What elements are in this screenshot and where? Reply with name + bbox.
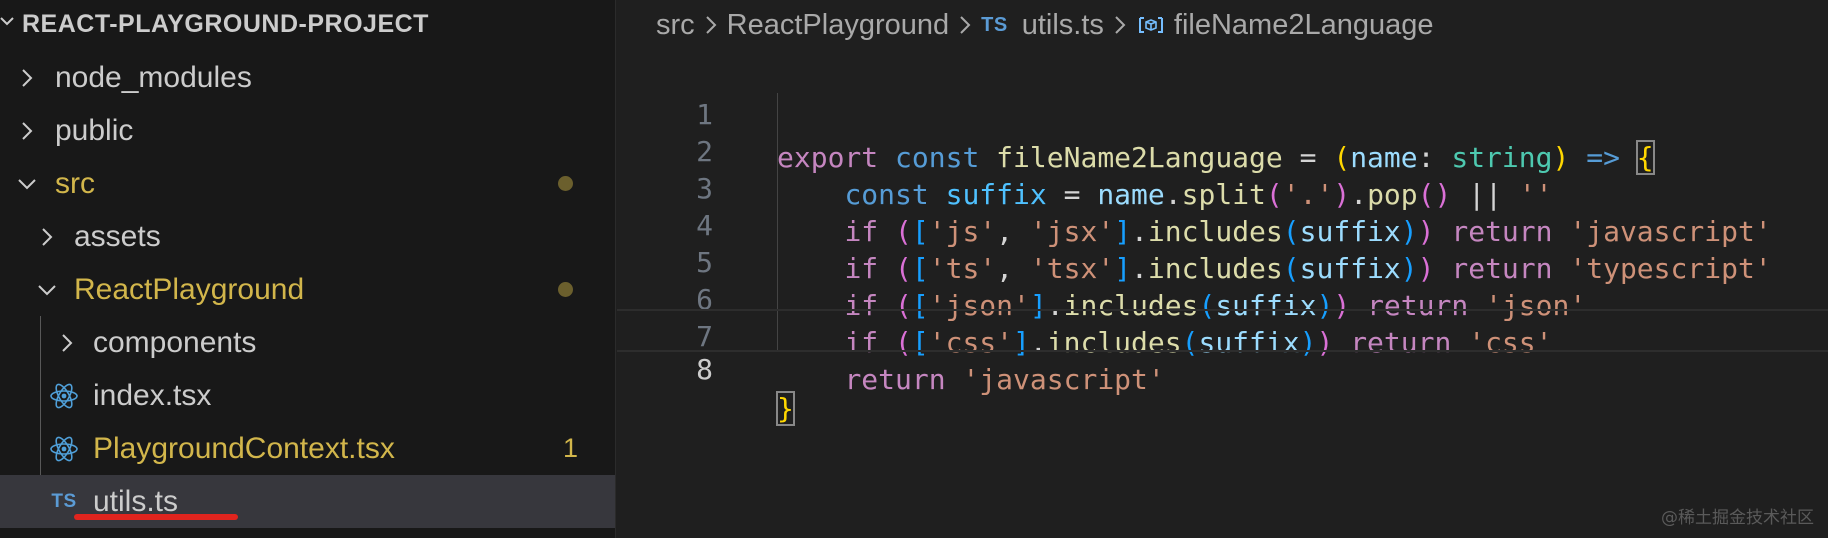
- breadcrumb-item-symbol[interactable]: fileName2Language: [1174, 9, 1434, 42]
- tree-item-label: utils.ts: [93, 485, 179, 518]
- explorer-sidebar: REACT-PLAYGROUND-PROJECT node_modules pu…: [0, 0, 616, 538]
- tree-item-node-modules[interactable]: node_modules: [0, 51, 615, 104]
- tree-item-assets[interactable]: assets: [0, 210, 615, 263]
- tree-item-utils-ts[interactable]: TS utils.ts: [0, 475, 615, 528]
- chevron-down-icon: [32, 263, 62, 316]
- code-line-current[interactable]: 8 }: [617, 309, 1828, 426]
- problems-count-badge: 1: [563, 433, 579, 463]
- code-text: }: [776, 391, 795, 426]
- chevron-right-icon: [695, 15, 727, 35]
- tree-item-label: assets: [74, 220, 161, 253]
- breadcrumb-item-src[interactable]: src: [656, 9, 695, 42]
- tree-item-label: node_modules: [55, 61, 252, 94]
- tree-item-public[interactable]: public: [0, 104, 615, 157]
- code-text: return 'javascript': [844, 363, 1165, 396]
- tree-item-reactplayground[interactable]: ReactPlayground: [0, 263, 615, 316]
- chevron-right-icon: [12, 51, 42, 104]
- tree-item-label: components: [93, 326, 257, 359]
- modified-dot: [558, 176, 573, 191]
- tree-item-src[interactable]: src: [0, 157, 615, 210]
- annotation-underline: [74, 514, 238, 520]
- tree-item-label: ReactPlayground: [74, 273, 305, 306]
- project-title[interactable]: REACT-PLAYGROUND-PROJECT: [22, 10, 429, 39]
- chevron-right-icon: [1104, 15, 1136, 35]
- chevron-right-icon: [949, 15, 981, 35]
- chevron-down-icon: [12, 157, 42, 210]
- code-editor[interactable]: 1 export const fileName2Language = (name…: [617, 50, 1828, 538]
- react-icon: [47, 369, 81, 422]
- react-icon: [47, 422, 81, 475]
- typescript-file-icon: TS: [47, 475, 81, 528]
- breadcrumb: src ReactPlayground TS utils.ts fileName…: [656, 0, 1434, 50]
- modified-dot: [558, 282, 573, 297]
- tree-item-index-tsx[interactable]: index.tsx: [0, 369, 615, 422]
- ts-icon-label: TS: [51, 491, 77, 512]
- tree-item-playgroundcontext-tsx[interactable]: PlaygroundContext.tsx 1: [0, 422, 615, 475]
- breadcrumb-item-file[interactable]: utils.ts: [1022, 9, 1104, 42]
- chevron-right-icon: [52, 316, 82, 369]
- symbol-variable-icon: [1136, 10, 1166, 40]
- tree-item-label: index.tsx: [93, 379, 212, 412]
- tree-item-label: PlaygroundContext.tsx: [93, 432, 395, 465]
- chevron-right-icon: [12, 104, 42, 157]
- chevron-right-icon: [32, 210, 62, 263]
- line-number: 8: [696, 353, 713, 386]
- tree-item-label: src: [55, 167, 95, 200]
- tree-item-components[interactable]: components: [0, 316, 615, 369]
- typescript-file-icon: TS: [981, 13, 1008, 36]
- watermark: @稀土掘金技术社区: [1661, 508, 1814, 528]
- breadcrumb-item-reactplayground[interactable]: ReactPlayground: [727, 9, 949, 42]
- chevron-down-icon[interactable]: [0, 12, 14, 32]
- tree-item-label: public: [55, 114, 134, 147]
